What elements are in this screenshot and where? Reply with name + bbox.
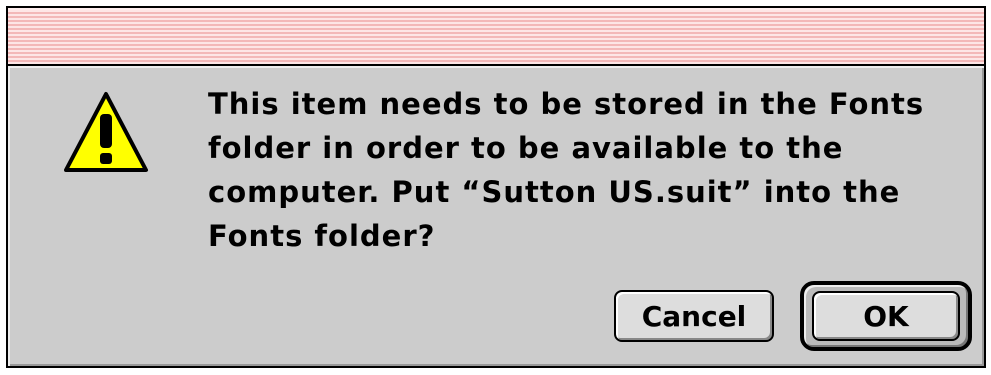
warning-triangle-icon bbox=[62, 88, 150, 176]
title-bar-highlight bbox=[8, 8, 984, 10]
alert-message: This item needs to be stored in the Font… bbox=[208, 87, 925, 253]
title-bar[interactable] bbox=[8, 8, 984, 66]
ok-button[interactable]: OK bbox=[812, 291, 960, 341]
cancel-button[interactable]: Cancel bbox=[614, 290, 774, 342]
